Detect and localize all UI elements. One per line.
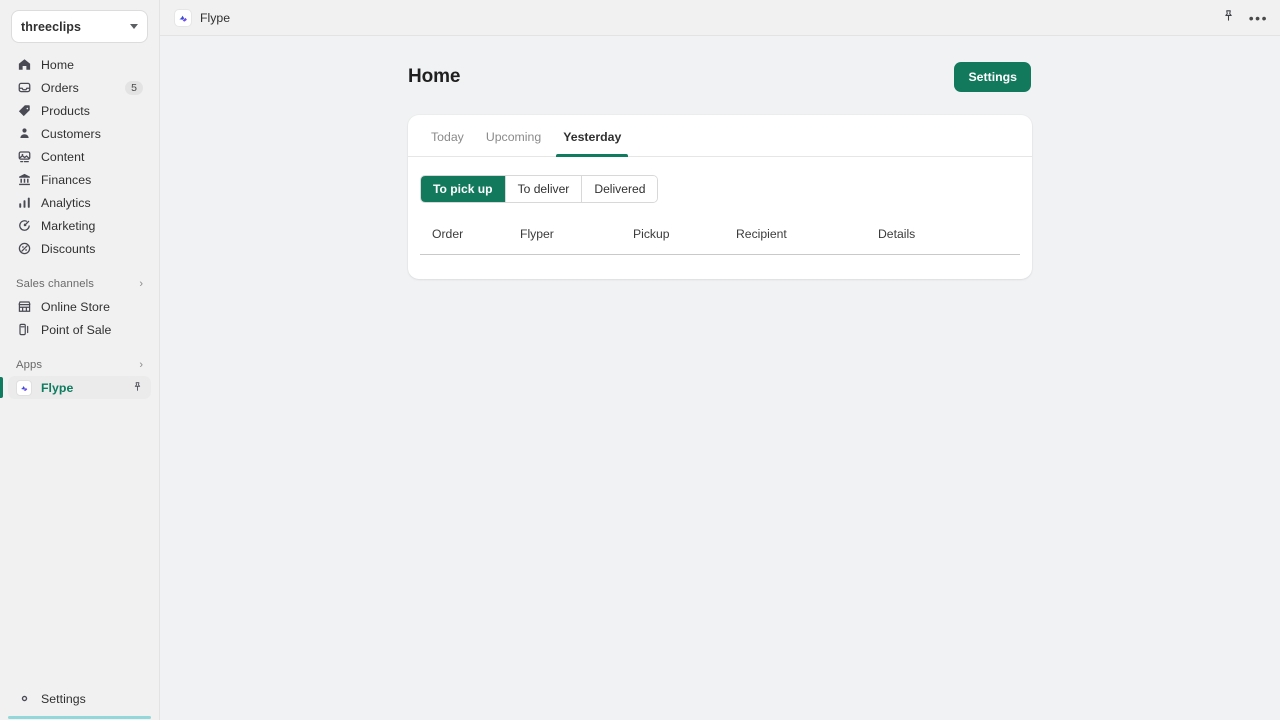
sidebar-item-settings[interactable]: Settings	[8, 687, 151, 710]
sidebar-item-online-store[interactable]: Online Store	[8, 295, 151, 318]
image-icon	[16, 149, 32, 165]
pin-icon[interactable]	[1222, 9, 1235, 27]
tab-today[interactable]: Today	[420, 115, 475, 156]
date-tabs: Today Upcoming Yesterday	[408, 115, 1032, 157]
page-content: Home Settings Today Upcoming Yesterday T…	[160, 36, 1280, 720]
settings-button[interactable]: Settings	[954, 62, 1031, 92]
bank-icon	[16, 172, 32, 188]
deliveries-table: Order Flyper Pickup Recipient Details	[420, 223, 1020, 255]
more-horizontal-icon[interactable]: •••	[1249, 11, 1268, 25]
flype-app-icon	[16, 379, 32, 396]
loading-progress-bar	[8, 716, 151, 719]
sidebar-item-orders[interactable]: Orders 5	[8, 76, 151, 99]
sidebar-item-label: Customers	[41, 126, 101, 141]
sidebar-item-label: Discounts	[41, 241, 96, 256]
section-title: Apps	[16, 359, 43, 371]
active-indicator	[0, 377, 3, 398]
card-body: To pick up To deliver Delivered Order Fl…	[408, 157, 1032, 279]
sidebar-item-label: Flype	[41, 380, 74, 395]
chevron-right-icon: ›	[139, 358, 143, 371]
topbar-actions: •••	[1222, 9, 1268, 27]
section-apps[interactable]: Apps ›	[8, 354, 151, 376]
chevron-down-icon	[130, 24, 138, 29]
segment-to-deliver[interactable]: To deliver	[505, 176, 583, 202]
sidebar-item-label: Orders	[41, 80, 79, 95]
sidebar-item-label: Settings	[41, 691, 86, 706]
megaphone-icon	[16, 218, 32, 234]
flype-app-icon	[174, 8, 192, 27]
sidebar-item-label: Online Store	[41, 299, 110, 314]
primary-nav: Home Orders 5 Products Customers Content…	[0, 51, 159, 399]
segment-delivered[interactable]: Delivered	[582, 176, 658, 202]
sidebar-item-analytics[interactable]: Analytics	[8, 191, 151, 214]
page-header: Home Settings	[408, 62, 1032, 92]
sidebar-item-products[interactable]: Products	[8, 99, 151, 122]
column-header-order[interactable]: Order	[420, 223, 520, 255]
tab-upcoming[interactable]: Upcoming	[475, 115, 552, 156]
storefront-icon	[16, 299, 32, 315]
pos-icon	[16, 322, 32, 338]
store-name: threeclips	[21, 19, 82, 34]
orders-badge: 5	[125, 80, 143, 95]
sidebar-item-point-of-sale[interactable]: Point of Sale	[8, 318, 151, 341]
store-switcher[interactable]: threeclips	[11, 10, 148, 43]
gear-icon	[16, 691, 32, 707]
section-sales-channels[interactable]: Sales channels ›	[8, 273, 151, 295]
bar-chart-icon	[16, 195, 32, 211]
sidebar-item-label: Analytics	[41, 195, 91, 210]
home-card: Today Upcoming Yesterday To pick up To d…	[408, 115, 1032, 279]
sidebar-item-finances[interactable]: Finances	[8, 168, 151, 191]
sidebar-item-content[interactable]: Content	[8, 145, 151, 168]
sidebar-item-label: Marketing	[41, 218, 96, 233]
discount-icon	[16, 241, 32, 257]
table-header: Order Flyper Pickup Recipient Details	[420, 223, 1020, 255]
sidebar-item-home[interactable]: Home	[8, 53, 151, 76]
sidebar-item-flype[interactable]: Flype	[0, 376, 151, 399]
sidebar-item-label: Home	[41, 57, 75, 72]
sidebar-item-label: Products	[41, 103, 90, 118]
app-tab-flype[interactable]: Flype	[174, 8, 231, 27]
sidebar-item-label: Finances	[41, 172, 92, 187]
chevron-right-icon: ›	[139, 277, 143, 290]
column-header-recipient[interactable]: Recipient	[736, 223, 878, 255]
sidebar-item-marketing[interactable]: Marketing	[8, 214, 151, 237]
sidebar: threeclips Home Orders 5 Products Custom…	[0, 0, 160, 720]
main-region: Flype ••• Home Settings Today Upcoming Y…	[160, 0, 1280, 720]
table-header-row: Order Flyper Pickup Recipient Details	[420, 223, 1020, 255]
tab-yesterday[interactable]: Yesterday	[552, 115, 632, 157]
app-root: threeclips Home Orders 5 Products Custom…	[0, 0, 1280, 720]
home-icon	[16, 57, 32, 73]
app-tab-label: Flype	[200, 10, 231, 25]
sidebar-item-discounts[interactable]: Discounts	[8, 237, 151, 260]
sidebar-item-label: Content	[41, 149, 85, 164]
page-title: Home	[408, 66, 461, 87]
sidebar-item-label: Point of Sale	[41, 322, 112, 337]
segment-to-pick-up[interactable]: To pick up	[421, 176, 506, 202]
app-topbar: Flype •••	[160, 0, 1280, 36]
status-filter-group: To pick up To deliver Delivered	[420, 175, 659, 203]
tag-icon	[16, 103, 32, 119]
pin-icon[interactable]	[132, 379, 143, 397]
section-title: Sales channels	[16, 278, 95, 290]
person-icon	[16, 126, 32, 142]
column-header-flyper[interactable]: Flyper	[520, 223, 633, 255]
column-header-pickup[interactable]: Pickup	[633, 223, 736, 255]
inbox-icon	[16, 80, 32, 96]
column-header-details[interactable]: Details	[878, 223, 1020, 255]
sidebar-item-customers[interactable]: Customers	[8, 122, 151, 145]
